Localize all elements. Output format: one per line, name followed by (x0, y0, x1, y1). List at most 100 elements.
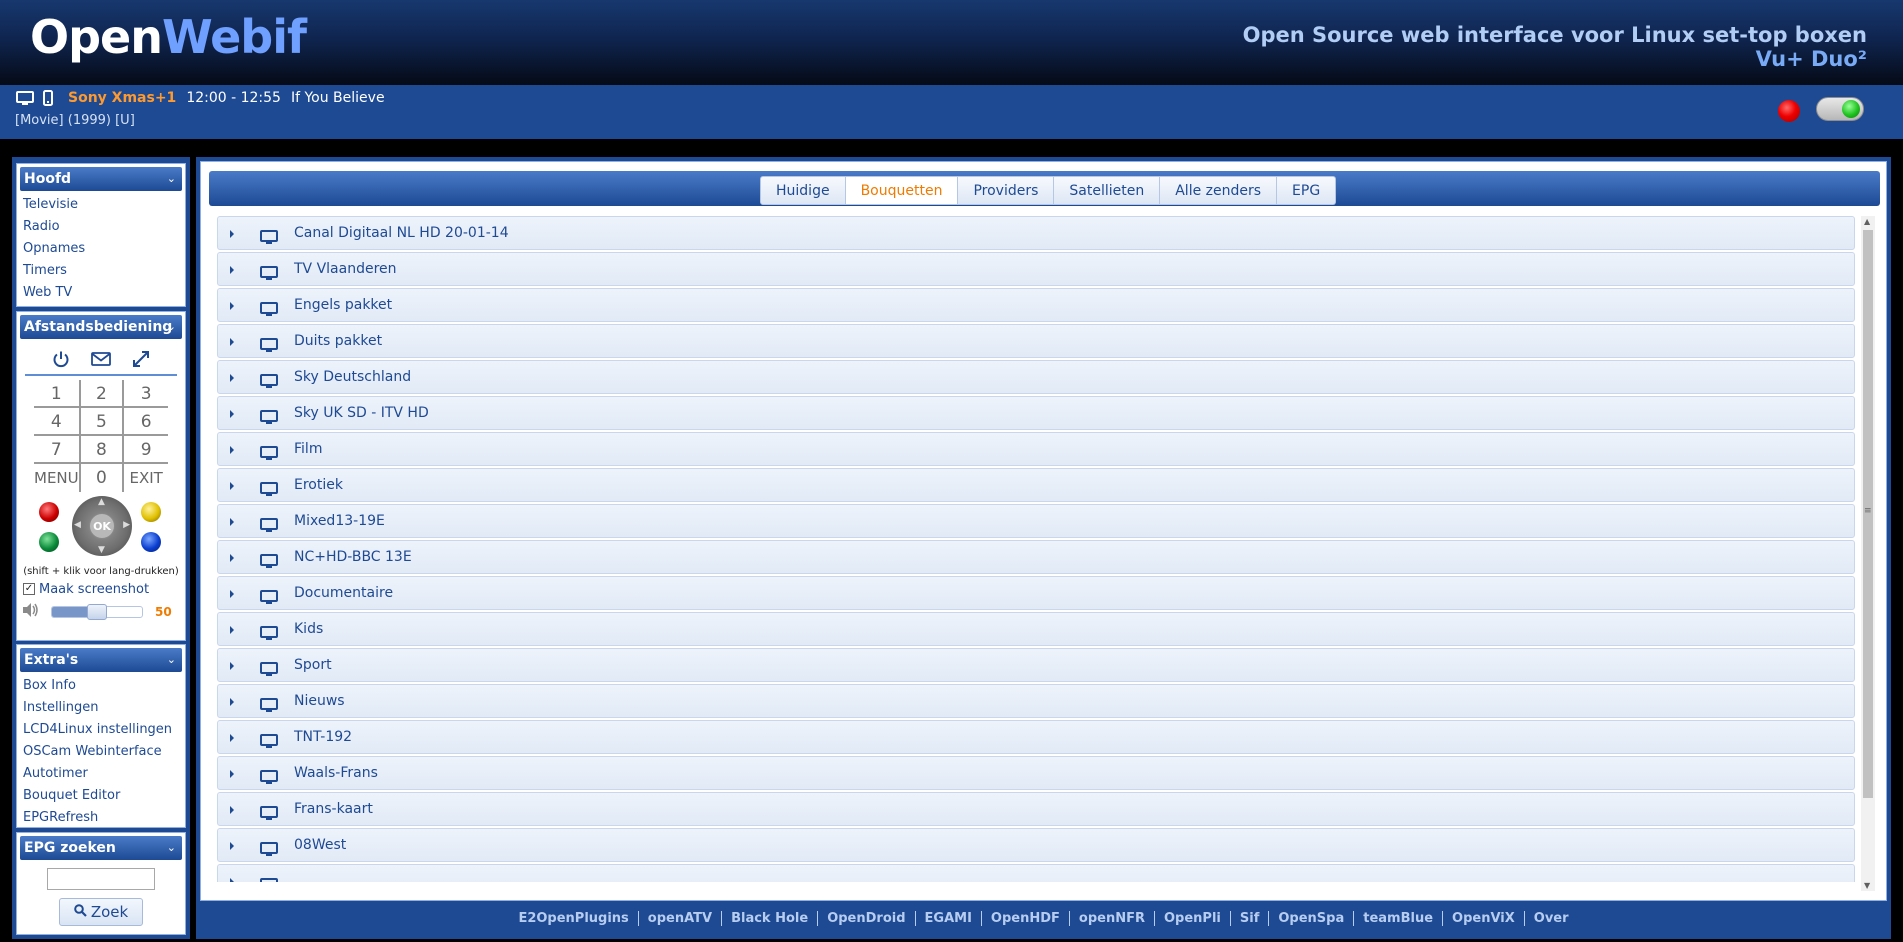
power-toggle[interactable] (1816, 97, 1864, 121)
expand-arrow-icon[interactable] (230, 518, 234, 526)
sidebar-item-box-info[interactable]: Box Info (17, 675, 185, 697)
chevron-down-icon[interactable]: ⌄ (167, 315, 176, 339)
expand-icon[interactable] (130, 348, 152, 370)
volume-thumb[interactable] (87, 604, 107, 620)
remote-key-4[interactable]: 4 (34, 408, 81, 436)
power-icon[interactable] (50, 348, 72, 370)
sidebar-item-autotimer[interactable]: Autotimer (17, 763, 185, 785)
footer-link[interactable]: Sif (1231, 911, 1270, 926)
footer-link[interactable]: OpenSpa (1269, 911, 1355, 926)
expand-arrow-icon[interactable] (230, 770, 234, 778)
tab-huidige[interactable]: Huidige (760, 176, 846, 205)
remote-key-8[interactable]: 8 (80, 436, 125, 464)
footer-link[interactable]: OpenViX (1443, 911, 1525, 926)
remote-key-menu[interactable]: MENU (34, 464, 81, 492)
footer-link[interactable]: OpenHDF (982, 911, 1070, 926)
sidebar-item-web-tv[interactable]: Web TV (17, 282, 185, 304)
bouquet-name[interactable]: Sky Deutschland (294, 361, 411, 393)
volume-slider[interactable] (51, 604, 143, 620)
dpad-down-icon[interactable]: ▼ (98, 545, 105, 555)
screenshot-label[interactable]: Maak screenshot (39, 582, 149, 597)
tab-epg[interactable]: EPG (1277, 176, 1337, 205)
bouquet-row[interactable]: NC+HD-BBC 13E (217, 540, 1855, 574)
bouquet-name[interactable]: Sport (294, 649, 332, 681)
speaker-icon[interactable] (21, 602, 39, 622)
bouquet-name[interactable]: 08West (294, 829, 346, 861)
tab-satellieten[interactable]: Satellieten (1054, 176, 1161, 205)
epg-search-header[interactable]: EPG zoeken ⌄ (20, 836, 182, 860)
dpad-right-icon[interactable]: ▶ (123, 520, 130, 530)
logo[interactable]: OpenWebif (30, 14, 307, 60)
bouquet-row[interactable]: Erotiek (217, 468, 1855, 502)
epg-search-button[interactable]: Zoek (59, 898, 143, 926)
bouquet-name[interactable]: Duits pakket (294, 325, 382, 357)
expand-arrow-icon[interactable] (230, 878, 234, 882)
monitor-icon[interactable] (16, 90, 34, 106)
remote-key-9[interactable]: 9 (124, 436, 168, 464)
bouquet-row[interactable]: TV Vlaanderen (217, 252, 1855, 286)
record-indicator-icon[interactable] (1778, 100, 1800, 122)
bouquet-row[interactable] (217, 864, 1855, 882)
bouquet-row[interactable]: TNT-192 (217, 720, 1855, 754)
expand-arrow-icon[interactable] (230, 554, 234, 562)
scroll-up-icon[interactable]: ▲ (1864, 217, 1870, 226)
bouquet-name[interactable]: Kids (294, 613, 323, 645)
bouquet-row[interactable]: 08West (217, 828, 1855, 862)
footer-link[interactable]: EGAMI (916, 911, 982, 926)
bouquet-row[interactable]: Frans-kaart (217, 792, 1855, 826)
remote-key-5[interactable]: 5 (80, 408, 125, 436)
dpad-left-icon[interactable]: ◀ (74, 520, 81, 530)
phone-icon[interactable] (42, 90, 54, 106)
bouquet-row[interactable]: Mixed13-19E (217, 504, 1855, 538)
sidebar-item-televisie[interactable]: Televisie (17, 194, 185, 216)
bouquet-row[interactable]: Canal Digitaal NL HD 20-01-14 (217, 216, 1855, 250)
expand-arrow-icon[interactable] (230, 230, 234, 238)
footer-link[interactable]: openATV (639, 911, 723, 926)
epg-search-input[interactable] (47, 868, 155, 890)
sidebar-item-bouquet-editor[interactable]: Bouquet Editor (17, 785, 185, 807)
expand-arrow-icon[interactable] (230, 590, 234, 598)
bouquet-row[interactable]: Film (217, 432, 1855, 466)
main-menu-header[interactable]: Hoofd ⌄ (20, 167, 182, 191)
bouquet-name[interactable]: Film (294, 433, 322, 465)
footer-link[interactable]: openNFR (1070, 911, 1155, 926)
expand-arrow-icon[interactable] (230, 338, 234, 346)
sidebar-item-epgrefresh[interactable]: EPGRefresh (17, 807, 185, 829)
sidebar-item-instellingen[interactable]: Instellingen (17, 697, 185, 719)
bouquet-row[interactable]: Sky UK SD - ITV HD (217, 396, 1855, 430)
expand-arrow-icon[interactable] (230, 410, 234, 418)
remote-header[interactable]: Afstandsbediening ⌄ (20, 315, 182, 339)
bouquet-name[interactable]: Waals-Frans (294, 757, 378, 789)
bouquet-name[interactable]: Engels pakket (294, 289, 392, 321)
dpad[interactable]: ▲ ▼ ◀ ▶ OK (72, 496, 132, 556)
current-event-title[interactable]: If You Believe (291, 90, 385, 106)
bouquet-name[interactable]: Sky UK SD - ITV HD (294, 397, 429, 429)
red-button[interactable] (39, 502, 59, 522)
sidebar-item-radio[interactable]: Radio (17, 216, 185, 238)
expand-arrow-icon[interactable] (230, 446, 234, 454)
expand-arrow-icon[interactable] (230, 698, 234, 706)
expand-arrow-icon[interactable] (230, 842, 234, 850)
footer-link[interactable]: Black Hole (722, 911, 819, 926)
remote-key-6[interactable]: 6 (124, 408, 168, 436)
bouquet-name[interactable]: Nieuws (294, 685, 345, 717)
footer-link[interactable]: E2OpenPlugins (509, 911, 639, 926)
expand-arrow-icon[interactable] (230, 662, 234, 670)
bouquet-name[interactable]: Canal Digitaal NL HD 20-01-14 (294, 217, 509, 249)
remote-key-0[interactable]: 0 (81, 464, 125, 492)
remote-key-3[interactable]: 3 (124, 380, 168, 408)
chevron-down-icon[interactable]: ⌄ (167, 167, 176, 191)
sidebar-item-lcd4linux[interactable]: LCD4Linux instellingen (17, 719, 185, 741)
expand-arrow-icon[interactable] (230, 266, 234, 274)
tab-alle-zenders[interactable]: Alle zenders (1160, 176, 1278, 205)
blue-button[interactable] (141, 532, 161, 552)
yellow-button[interactable] (141, 502, 161, 522)
bouquet-name[interactable]: Frans-kaart (294, 793, 373, 825)
scroll-down-icon[interactable]: ▼ (1864, 881, 1870, 890)
bouquet-name[interactable]: NC+HD-BBC 13E (294, 541, 412, 573)
sidebar-item-opnames[interactable]: Opnames (17, 238, 185, 260)
bouquet-name[interactable]: TNT-192 (294, 721, 352, 753)
bouquet-row[interactable]: Waals-Frans (217, 756, 1855, 790)
dpad-up-icon[interactable]: ▲ (98, 497, 105, 507)
footer-link[interactable]: teamBlue (1354, 911, 1444, 926)
